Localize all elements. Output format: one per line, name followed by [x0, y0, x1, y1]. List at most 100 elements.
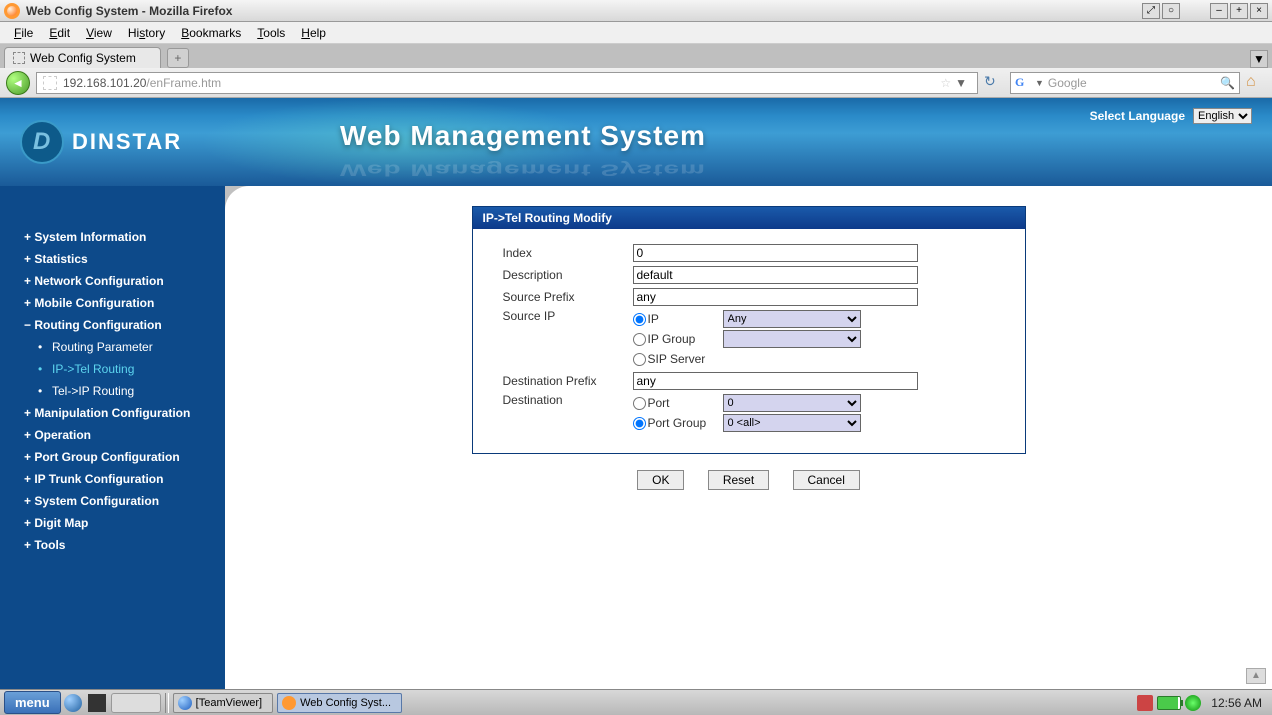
url-toolbar: ◄ 192.168.101.20/enFrame.htm ☆ ▼ ↻ G ▼ G…: [0, 68, 1272, 98]
maximize-button[interactable]: +: [1230, 3, 1248, 19]
sidebar-item-system-information[interactable]: System Information: [24, 226, 225, 248]
circle-icon[interactable]: ○: [1162, 3, 1180, 19]
label-source-ip: Source IP: [503, 309, 633, 323]
tab-title: Web Config System: [30, 51, 136, 65]
search-box[interactable]: G ▼ Google 🔍: [1010, 72, 1240, 94]
label-index: Index: [503, 246, 633, 260]
cancel-button[interactable]: Cancel: [793, 470, 860, 490]
favicon: [43, 76, 57, 90]
sidebar-item-system-configuration[interactable]: System Configuration: [24, 490, 225, 512]
battery-icon[interactable]: [1157, 696, 1181, 710]
content-area: IP->Tel Routing Modify Index Description…: [225, 186, 1272, 714]
menubar: File Edit View History Bookmarks Tools H…: [0, 22, 1272, 44]
page-icon: [13, 52, 25, 64]
label-ip-group: IP Group: [648, 332, 696, 346]
port-select[interactable]: 0: [723, 394, 861, 412]
taskbar-separator: [165, 693, 169, 713]
app-icon[interactable]: [111, 693, 161, 713]
sidebar-item-routing-configuration[interactable]: Routing Configuration: [24, 314, 225, 336]
url-dropdown-icon[interactable]: ▼: [951, 76, 971, 90]
tray-icon-1[interactable]: [1137, 695, 1153, 711]
teamviewer-icon: [178, 696, 192, 710]
sidebar-item-manipulation-configuration[interactable]: Manipulation Configuration: [24, 402, 225, 424]
sidebar-item-tools[interactable]: Tools: [24, 534, 225, 556]
clock[interactable]: 12:56 AM: [1205, 696, 1268, 710]
menu-bookmarks[interactable]: Bookmarks: [173, 24, 249, 42]
taskbar-task-teamviewer[interactable]: [TeamViewer]: [173, 693, 273, 713]
sidebar-item-ip-tel-routing[interactable]: IP->Tel Routing: [24, 358, 225, 380]
firefox-task-icon: [282, 696, 296, 710]
reset-button[interactable]: Reset: [708, 470, 769, 490]
browser-tab[interactable]: Web Config System: [4, 47, 161, 68]
close-button[interactable]: ×: [1250, 3, 1268, 19]
sidebar-item-port-group-configuration[interactable]: Port Group Configuration: [24, 446, 225, 468]
sidebar-item-operation[interactable]: Operation: [24, 424, 225, 446]
back-button[interactable]: ◄: [6, 71, 30, 95]
sidebar-item-statistics[interactable]: Statistics: [24, 248, 225, 270]
radio-port-group[interactable]: [633, 417, 646, 430]
language-dropdown[interactable]: English: [1193, 108, 1252, 124]
panel-title: IP->Tel Routing Modify: [473, 207, 1025, 229]
google-icon: G: [1015, 75, 1031, 91]
reload-button[interactable]: ↻: [984, 73, 1004, 93]
terminal-icon[interactable]: [87, 693, 107, 713]
radio-sip-server[interactable]: [633, 353, 646, 366]
sidebar-item-digit-map[interactable]: Digit Map: [24, 512, 225, 534]
sidebar-item-tel-ip-routing[interactable]: Tel->IP Routing: [24, 380, 225, 402]
taskbar-task-firefox[interactable]: Web Config Syst...: [277, 693, 402, 713]
source-prefix-field[interactable]: [633, 288, 918, 306]
menu-file[interactable]: File: [6, 24, 41, 42]
ok-button[interactable]: OK: [637, 470, 684, 490]
port-group-select[interactable]: 0 <all>: [723, 414, 861, 432]
sidebar-item-mobile-configuration[interactable]: Mobile Configuration: [24, 292, 225, 314]
system-tray: 12:56 AM: [1137, 695, 1268, 711]
label-ip: IP: [648, 312, 659, 326]
cpu-icon[interactable]: [1185, 695, 1201, 711]
menu-tools[interactable]: Tools: [249, 24, 293, 42]
description-field[interactable]: [633, 266, 918, 284]
radio-ip[interactable]: [633, 313, 646, 326]
sidebar-item-ip-trunk-configuration[interactable]: IP Trunk Configuration: [24, 468, 225, 490]
new-tab-button[interactable]: +: [167, 48, 189, 68]
menu-edit[interactable]: Edit: [41, 24, 78, 42]
tab-bar: Web Config System + ▼: [0, 44, 1272, 68]
menu-view[interactable]: View: [78, 24, 120, 42]
scroll-up-icon[interactable]: ▲: [1246, 668, 1266, 684]
taskbar: menu [TeamViewer] Web Config Syst... 12:…: [0, 689, 1272, 715]
tab-list-dropdown[interactable]: ▼: [1250, 50, 1268, 68]
window-titlebar: Web Config System - Mozilla Firefox ⤢ ○ …: [0, 0, 1272, 22]
sidebar-item-routing-parameter[interactable]: Routing Parameter: [24, 336, 225, 358]
index-field[interactable]: [633, 244, 918, 262]
label-sip-server: SIP Server: [648, 352, 706, 366]
dest-prefix-field[interactable]: [633, 372, 918, 390]
start-menu-button[interactable]: menu: [4, 691, 61, 714]
sidebar: System Information Statistics Network Co…: [0, 186, 225, 714]
window-title: Web Config System - Mozilla Firefox: [26, 4, 1142, 18]
show-desktop-icon[interactable]: [63, 693, 83, 713]
minimize-button[interactable]: –: [1210, 3, 1228, 19]
page-title: Web Management System: [340, 120, 706, 152]
url-text: 192.168.101.20/enFrame.htm: [63, 76, 221, 90]
bookmark-star-icon[interactable]: ☆: [940, 76, 951, 90]
label-dest-prefix: Destination Prefix: [503, 374, 633, 388]
search-icon[interactable]: 🔍: [1220, 76, 1235, 90]
label-destination: Destination: [503, 393, 633, 407]
search-placeholder: Google: [1048, 76, 1087, 90]
page-banner: DINSTAR Web Management System Web Manage…: [0, 98, 1272, 186]
language-selector: Select Language English: [1090, 108, 1252, 124]
expand-icon[interactable]: ⤢: [1142, 3, 1160, 19]
firefox-icon: [4, 3, 20, 19]
label-description: Description: [503, 268, 633, 282]
search-dropdown-icon[interactable]: ▼: [1035, 78, 1044, 88]
home-button[interactable]: ⌂: [1246, 73, 1266, 93]
radio-ip-group[interactable]: [633, 333, 646, 346]
radio-port[interactable]: [633, 397, 646, 410]
logo-icon: [20, 120, 64, 164]
label-source-prefix: Source Prefix: [503, 290, 633, 304]
menu-help[interactable]: Help: [293, 24, 334, 42]
menu-history[interactable]: History: [120, 24, 173, 42]
sidebar-item-network-configuration[interactable]: Network Configuration: [24, 270, 225, 292]
address-bar[interactable]: 192.168.101.20/enFrame.htm ☆ ▼: [36, 72, 978, 94]
ip-select[interactable]: Any: [723, 310, 861, 328]
ip-group-select[interactable]: [723, 330, 861, 348]
